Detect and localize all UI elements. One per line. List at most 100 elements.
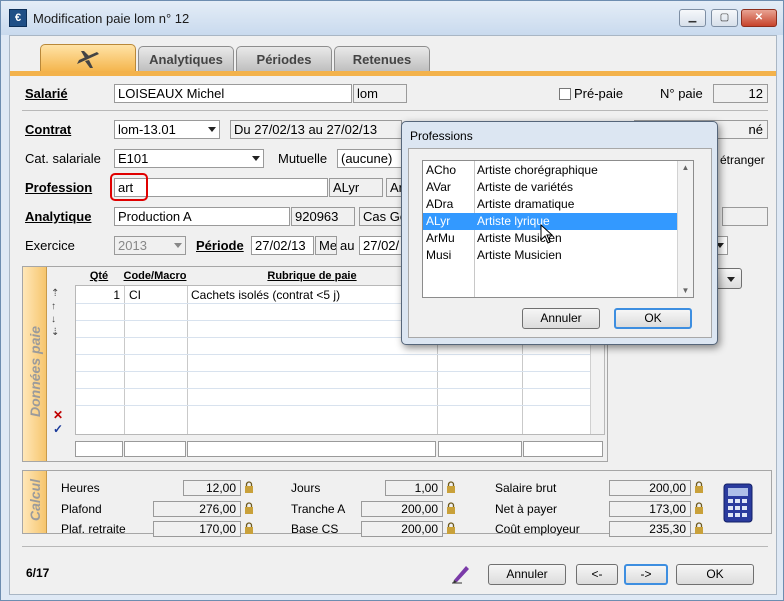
grid-divider	[124, 286, 125, 434]
entry-col4[interactable]	[438, 441, 522, 457]
col-header-rubrique: Rubrique de paie	[267, 270, 357, 282]
col-header-qte: Qté	[89, 270, 109, 282]
exercice-select[interactable]: 2013	[114, 236, 186, 255]
item-code: ADra	[426, 197, 454, 211]
footer-ok-button[interactable]: OK	[676, 564, 754, 585]
item-code: ACho	[426, 163, 457, 177]
next-button[interactable]: ->	[624, 564, 668, 585]
lock-icon	[695, 481, 703, 493]
pencil-icon[interactable]	[450, 562, 472, 584]
analytique-extra-field: Cas Ge	[359, 207, 407, 226]
validate-icon[interactable]: ✓	[53, 422, 63, 436]
move-down-icon[interactable]: ↓	[51, 313, 59, 326]
list-scrollbar[interactable]: ▲ ▼	[677, 161, 693, 297]
salarie-code-field[interactable]: lom	[353, 84, 407, 103]
footer-cancel-button[interactable]: Annuler	[488, 564, 566, 585]
lock-icon	[447, 522, 455, 534]
cout-value: 235,30	[609, 521, 691, 537]
row-code: CI	[129, 288, 141, 302]
move-top-icon[interactable]: ⇡	[51, 287, 59, 300]
row-rubrique: Cachets isolés (contrat <5 j)	[191, 288, 341, 302]
periode-start-field[interactable]: 27/02/13	[251, 236, 314, 255]
tab-underline	[10, 71, 776, 76]
calculator-icon[interactable]	[723, 483, 753, 523]
tab-periodes[interactable]: Périodes	[236, 46, 332, 72]
etranger-label: étranger	[720, 153, 765, 167]
lock-icon	[447, 502, 455, 514]
lock-icon	[245, 522, 253, 534]
grid-row-line	[76, 405, 590, 406]
chevron-down-icon	[208, 127, 216, 132]
list-item[interactable]: ACho Artiste chorégraphique	[423, 162, 679, 179]
list-item[interactable]: AVar Artiste de variétés	[423, 179, 679, 196]
professions-list[interactable]: ACho Artiste chorégraphique AVar Artiste d…	[422, 160, 694, 298]
dialog-cancel-button[interactable]: Annuler	[522, 308, 600, 329]
item-code: ArMu	[426, 231, 455, 245]
exercice-select-value: 2013	[118, 238, 147, 253]
move-up-icon[interactable]: ↑	[51, 300, 59, 313]
tab-main[interactable]	[40, 44, 136, 72]
chevron-down-icon	[174, 243, 182, 248]
entry-col5[interactable]	[523, 441, 603, 457]
prepaie-checkbox[interactable]	[559, 88, 571, 100]
item-label: Artiste de variétés	[477, 180, 574, 194]
base-cs-label: Base CS	[291, 522, 339, 536]
record-counter: 6/17	[26, 566, 50, 580]
salaire-brut-label: Salaire brut	[495, 481, 557, 495]
item-label: Artiste dramatique	[477, 197, 575, 211]
item-label: Artiste lyrique	[477, 214, 550, 228]
minimize-button[interactable]: ▁	[679, 9, 706, 27]
separator	[22, 546, 768, 547]
num-paie-label: N° paie	[660, 86, 703, 101]
salarie-name-field[interactable]: LOISEAUX Michel	[114, 84, 352, 103]
maximize-button[interactable]: ▢	[711, 9, 738, 27]
row-arrows[interactable]: ⇡ ↑ ↓ ⇣	[51, 287, 59, 339]
mutuelle-select[interactable]: (aucune)	[337, 149, 407, 168]
list-item[interactable]: Musi Artiste Musicien	[423, 247, 679, 264]
item-code: AVar	[426, 180, 451, 194]
scroll-up-icon[interactable]: ▲	[678, 163, 693, 172]
jours-label: Jours	[291, 481, 321, 495]
plaf-retraite-label: Plaf. retraite	[61, 522, 126, 536]
entry-qte[interactable]	[75, 441, 123, 457]
profession-code-field: ALyr	[329, 178, 383, 197]
profession-label: Profession	[25, 180, 93, 195]
separator	[22, 110, 768, 111]
contrat-period-field: Du 27/02/13 au 27/02/13	[230, 120, 402, 139]
contrat-select[interactable]: lom-13.01	[114, 120, 220, 139]
move-bottom-icon[interactable]: ⇣	[51, 326, 59, 339]
close-button[interactable]: ✕	[741, 9, 777, 27]
plafond-label: Plafond	[61, 502, 102, 516]
analytique-label: Analytique	[25, 209, 92, 224]
periode-au-label: au	[340, 238, 355, 253]
tranche-a-value: 200,00	[361, 501, 443, 517]
previous-button[interactable]: <-	[576, 564, 618, 585]
analytique-input[interactable]: Production A	[114, 207, 290, 226]
contrat-label: Contrat	[25, 122, 72, 137]
tab-analytiques[interactable]: Analytiques	[138, 46, 234, 72]
grid-row-line	[76, 388, 590, 389]
col-header-code: Code/Macro	[123, 270, 187, 282]
exercice-label: Exercice	[25, 238, 75, 253]
dialog-ok-button[interactable]: OK	[614, 308, 692, 329]
cat-select[interactable]: E101	[114, 149, 264, 168]
list-item[interactable]: ADra Artiste dramatique	[423, 196, 679, 213]
base-cs-value: 200,00	[361, 521, 443, 537]
contrat-select-value: lom-13.01	[118, 122, 176, 137]
app-icon: €	[9, 9, 27, 27]
lock-icon	[245, 502, 253, 514]
periode-end-field[interactable]: 27/02/	[359, 236, 407, 255]
tab-retenues[interactable]: Retenues	[334, 46, 430, 72]
row-qte: 1	[113, 288, 120, 302]
entry-rubrique[interactable]	[187, 441, 436, 457]
donnees-band-label: Données paie	[27, 325, 43, 417]
lock-icon	[447, 481, 455, 493]
jours-value: 1,00	[385, 480, 443, 496]
grid-row-line	[76, 371, 590, 372]
scroll-down-icon[interactable]: ▼	[678, 286, 693, 295]
lock-icon	[245, 481, 253, 493]
entry-code[interactable]	[124, 441, 186, 457]
delete-icon[interactable]: ✕	[53, 408, 63, 422]
plane-icon	[77, 51, 99, 68]
salarie-label: Salarié	[25, 86, 68, 101]
